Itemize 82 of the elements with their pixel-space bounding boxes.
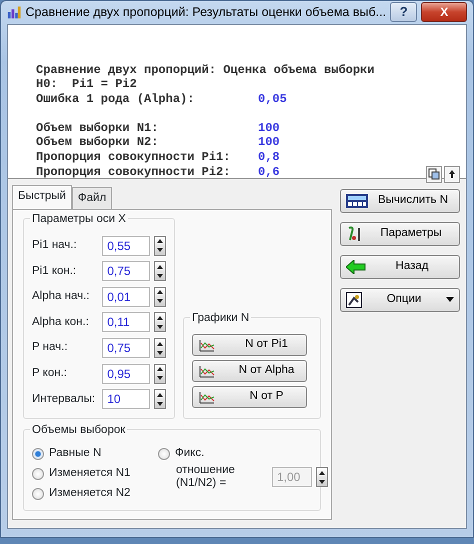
- app-icon: [7, 4, 22, 20]
- action-button[interactable]: Назад: [340, 254, 460, 279]
- spinner[interactable]: [154, 261, 166, 282]
- down-arrow-icon: [157, 402, 164, 406]
- radio-button[interactable]: [32, 468, 44, 480]
- action-button[interactable]: Опции: [340, 288, 460, 312]
- up-arrow-icon: [157, 264, 164, 269]
- report-label: Объем выборки N2:: [36, 135, 160, 150]
- field-label: Интервалы:: [32, 392, 96, 407]
- action-button[interactable]: Параметры: [340, 222, 460, 246]
- tab[interactable]: Файл: [72, 186, 112, 209]
- report-heading: Сравнение двух пропорций: Оценка объема выборки: [36, 62, 374, 78]
- up-arrow-icon: [157, 342, 164, 346]
- down-arrow-icon: [157, 274, 164, 278]
- chart-icon: [199, 364, 215, 378]
- report-label: Объем выборки N1:: [36, 120, 160, 136]
- chart-icon: [199, 390, 215, 404]
- field-label: Pi1 нач.:: [32, 238, 78, 254]
- chart-button[interactable]: N от P: [192, 386, 307, 408]
- report-line: H0: Pi1 = Pi2: [36, 77, 137, 92]
- input-field[interactable]: 0,55: [102, 236, 150, 256]
- radio-label: Равные N: [49, 446, 102, 462]
- field-label: Alpha нач.:: [32, 289, 90, 304]
- chart-icon: [199, 338, 215, 352]
- down-arrow-icon: [157, 376, 164, 380]
- picture-icon: [346, 292, 362, 308]
- report-value: 100: [258, 135, 280, 150]
- report-value: 100: [258, 120, 280, 136]
- caret-icon: [446, 297, 454, 302]
- input-field[interactable]: 0,75: [102, 338, 150, 358]
- radio-button[interactable]: [32, 448, 44, 460]
- up-arrow-icon: [157, 290, 164, 294]
- spinner[interactable]: [154, 312, 166, 332]
- radio-label: Изменяется N1: [49, 466, 130, 482]
- window-title: Сравнение двух пропорций: Результаты оценки объема выб...: [26, 4, 386, 21]
- calculator-icon: [346, 194, 368, 208]
- action-button[interactable]: Вычислить N: [340, 188, 460, 213]
- report-label: Пропорция совокупности Pi2:: [36, 164, 232, 180]
- down-arrow-icon: [157, 324, 164, 329]
- input-field[interactable]: 0,95: [102, 364, 150, 384]
- spinner[interactable]: [154, 338, 166, 358]
- scroll-up-button[interactable]: [444, 166, 460, 183]
- field-label: Alpha кон.:: [32, 314, 90, 330]
- report-label: Ошибка 1 рода (Alpha):: [36, 92, 196, 107]
- up-arrow-icon: [157, 367, 164, 372]
- ratio-label: отношение (N1/N2) =: [176, 464, 236, 490]
- up-arrow-icon: [319, 470, 325, 474]
- radio-label: Изменяется N2: [49, 486, 130, 502]
- up-arrow-icon: [157, 239, 164, 244]
- report-label: Пропорция совокупности Pi1:: [36, 150, 232, 165]
- up-arrow-icon: [448, 169, 456, 180]
- close-button[interactable]: X: [421, 2, 467, 22]
- up-arrow-icon: [157, 316, 164, 320]
- report-value: 0,8: [258, 150, 280, 165]
- down-arrow-icon: [319, 480, 325, 484]
- copy-icon: [428, 168, 440, 180]
- spinner[interactable]: [154, 236, 166, 256]
- radio-label: Фикс.: [175, 446, 204, 462]
- up-arrow-icon: [157, 392, 164, 397]
- copy-button[interactable]: [426, 166, 442, 183]
- input-field[interactable]: 10: [102, 389, 150, 410]
- field-label: Pi1 кон.:: [32, 264, 78, 279]
- down-arrow-icon: [157, 350, 164, 355]
- report-value: 0,6: [258, 164, 280, 180]
- spinner[interactable]: [154, 389, 166, 410]
- down-arrow-icon: [157, 299, 164, 304]
- input-field[interactable]: 0,11: [102, 312, 150, 332]
- field-label: P кон.:: [32, 366, 68, 381]
- chart-button[interactable]: N от Alpha: [192, 360, 307, 382]
- chart-button[interactable]: N от Pi1: [192, 334, 307, 356]
- field-label: P нач.:: [32, 340, 69, 356]
- spinner[interactable]: [154, 364, 166, 384]
- spinner[interactable]: [154, 286, 166, 307]
- tab[interactable]: Быстрый: [12, 184, 72, 209]
- report-value: 0,05: [258, 92, 287, 107]
- down-arrow-icon: [157, 248, 164, 252]
- help-button[interactable]: ?: [390, 2, 418, 22]
- left-arrow-icon: [346, 260, 366, 274]
- input-field[interactable]: 0,01: [102, 286, 150, 307]
- input-field[interactable]: 0,75: [102, 261, 150, 282]
- radio-button[interactable]: [32, 488, 44, 500]
- spinner[interactable]: [316, 467, 328, 487]
